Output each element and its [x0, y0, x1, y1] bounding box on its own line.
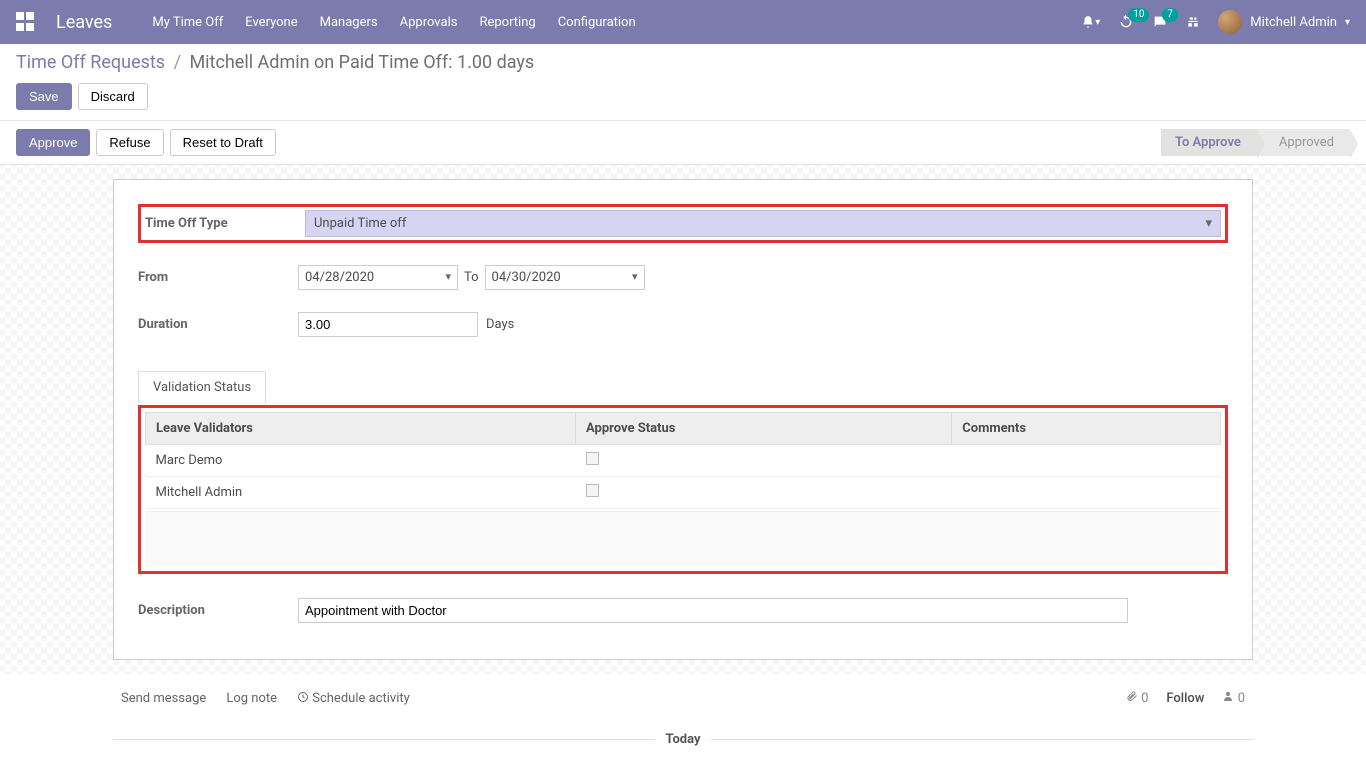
- validator-comments: [952, 445, 1221, 477]
- col-comments: Comments: [952, 413, 1221, 445]
- nav-menu: My Time Off Everyone Managers Approvals …: [152, 15, 1081, 30]
- nav-everyone[interactable]: Everyone: [245, 15, 297, 30]
- duration-row: Duration Days: [138, 312, 1228, 337]
- discard-button[interactable]: Discard: [78, 83, 148, 110]
- schedule-activity-link[interactable]: Schedule activity: [297, 691, 410, 706]
- table-row[interactable]: Marc Demo: [146, 445, 1221, 477]
- gift-icon[interactable]: [1186, 15, 1200, 29]
- brand-title: Leaves: [56, 12, 112, 33]
- description-label: Description: [138, 603, 298, 618]
- paperclip-icon: [1126, 690, 1138, 702]
- validator-name: Mitchell Admin: [146, 477, 576, 509]
- control-panel: Time Off Requests / Mitchell Admin on Pa…: [0, 44, 1366, 121]
- col-validators: Leave Validators: [146, 413, 576, 445]
- chat-icon[interactable]: 7: [1152, 14, 1168, 30]
- user-menu[interactable]: Mitchell Admin ▾: [1218, 10, 1350, 34]
- chatter-divider: Today: [113, 732, 1253, 747]
- duration-label: Duration: [138, 317, 298, 332]
- nav-managers[interactable]: Managers: [320, 15, 378, 30]
- status-to-approve[interactable]: To Approve: [1161, 129, 1257, 156]
- validators-table: Leave Validators Approve Status Comments…: [145, 412, 1221, 509]
- today-label: Today: [665, 732, 700, 747]
- refresh-badge: 10: [1128, 8, 1149, 22]
- duration-input[interactable]: [298, 312, 478, 337]
- description-row: Description: [138, 598, 1228, 623]
- refresh-icon[interactable]: 10: [1118, 14, 1134, 30]
- save-button[interactable]: Save: [16, 83, 72, 110]
- tabs: Validation Status: [138, 371, 1228, 403]
- time-off-type-row: Time Off Type Unpaid Time off: [138, 204, 1228, 243]
- follow-link[interactable]: Follow: [1166, 691, 1204, 706]
- breadcrumb: Time Off Requests / Mitchell Admin on Pa…: [16, 52, 1350, 73]
- nav-reporting[interactable]: Reporting: [479, 15, 535, 30]
- send-message-link[interactable]: Send message: [121, 691, 206, 706]
- to-label: To: [464, 270, 479, 285]
- apps-icon[interactable]: [16, 12, 36, 32]
- followers-count[interactable]: 0: [1222, 690, 1245, 706]
- nav-right: ▾ 10 7 Mitchell Admin ▾: [1081, 10, 1350, 34]
- type-label: Time Off Type: [145, 216, 305, 231]
- breadcrumb-root[interactable]: Time Off Requests: [16, 52, 165, 73]
- from-date-input[interactable]: 04/28/2020: [298, 265, 458, 290]
- days-label: Days: [486, 317, 514, 332]
- log-note-link[interactable]: Log note: [226, 691, 277, 706]
- tab-validation-status[interactable]: Validation Status: [138, 371, 266, 403]
- person-icon: [1222, 690, 1234, 702]
- chatter: Send message Log note Schedule activity …: [113, 674, 1253, 763]
- nav-my-time-off[interactable]: My Time Off: [152, 15, 223, 30]
- validator-name: Marc Demo: [146, 445, 576, 477]
- description-input[interactable]: [298, 598, 1128, 623]
- reset-button[interactable]: Reset to Draft: [170, 129, 276, 156]
- approve-button[interactable]: Approve: [16, 129, 90, 156]
- top-nav: Leaves My Time Off Everyone Managers App…: [0, 0, 1366, 44]
- attachments-count[interactable]: 0: [1126, 690, 1149, 706]
- from-row: From 04/28/2020 To 04/30/2020: [138, 265, 1228, 290]
- validators-section: Leave Validators Approve Status Comments…: [138, 405, 1228, 574]
- chevron-down-icon: ▾: [1345, 17, 1350, 28]
- type-value: Unpaid Time off: [314, 216, 406, 231]
- validator-comments: [952, 477, 1221, 509]
- approve-checkbox[interactable]: [586, 484, 599, 497]
- nav-configuration[interactable]: Configuration: [558, 15, 636, 30]
- approve-checkbox[interactable]: [586, 452, 599, 465]
- form-container: Time Off Type Unpaid Time off From 04/28…: [0, 165, 1366, 674]
- statusbar: Approve Refuse Reset to Draft To Approve…: [0, 121, 1366, 165]
- avatar: [1218, 10, 1242, 34]
- refuse-button[interactable]: Refuse: [96, 129, 163, 156]
- status-approved[interactable]: Approved: [1257, 129, 1350, 156]
- status-steps: To Approve Approved: [1161, 129, 1350, 156]
- from-label: From: [138, 270, 298, 285]
- table-footer: [145, 511, 1221, 567]
- table-row[interactable]: Mitchell Admin: [146, 477, 1221, 509]
- chat-badge: 7: [1162, 8, 1178, 22]
- notifications-icon[interactable]: ▾: [1081, 15, 1100, 29]
- nav-approvals[interactable]: Approvals: [400, 15, 458, 30]
- to-date-input[interactable]: 04/30/2020: [485, 265, 645, 290]
- type-select[interactable]: Unpaid Time off: [305, 210, 1221, 237]
- col-approve: Approve Status: [576, 413, 952, 445]
- user-name: Mitchell Admin: [1250, 15, 1337, 30]
- breadcrumb-current: Mitchell Admin on Paid Time Off: 1.00 da…: [189, 52, 534, 73]
- form-sheet: Time Off Type Unpaid Time off From 04/28…: [113, 179, 1253, 660]
